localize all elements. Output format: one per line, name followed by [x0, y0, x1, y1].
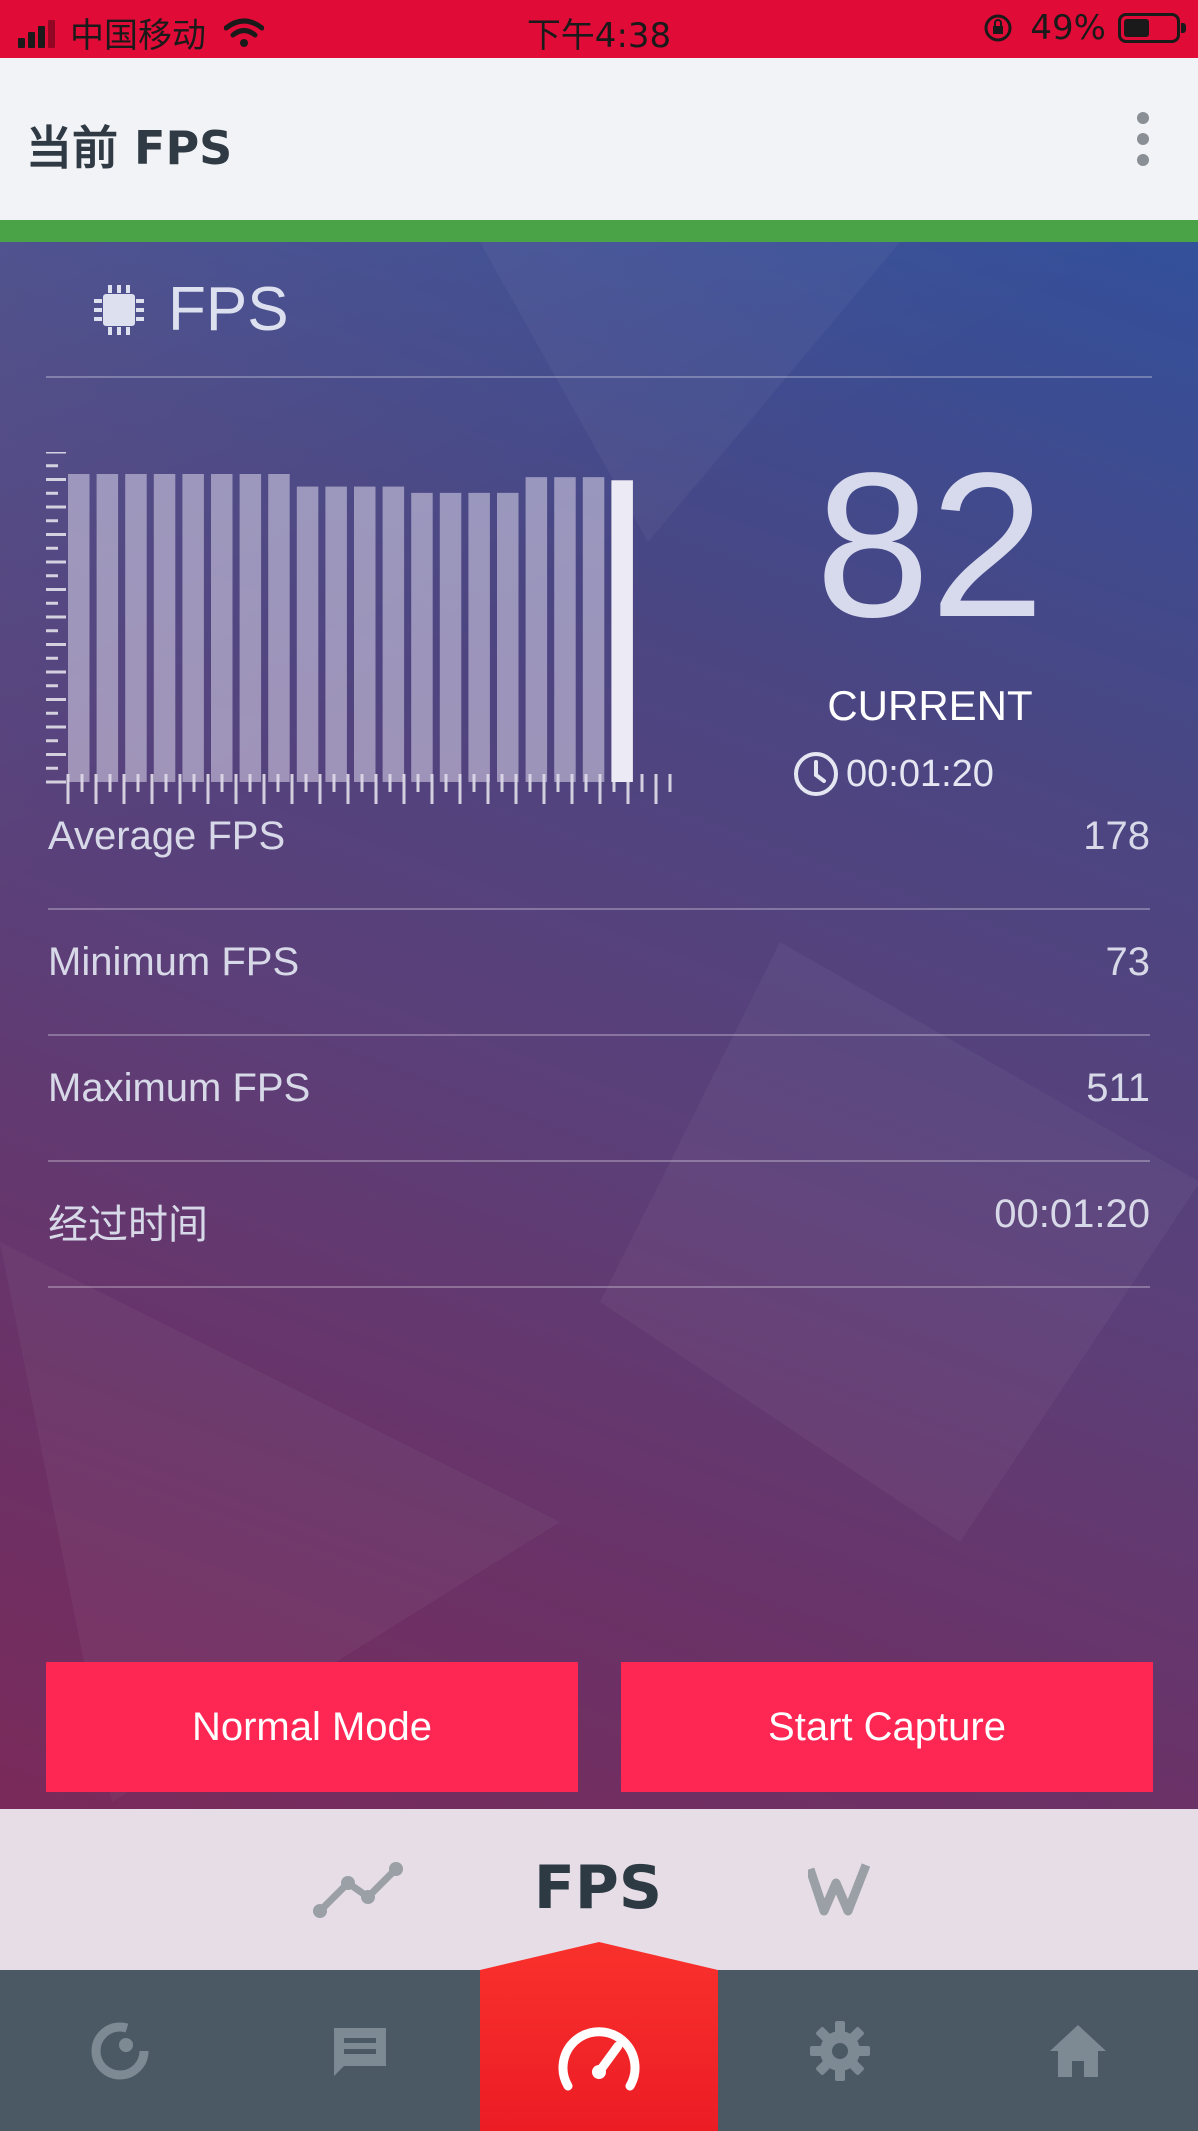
start-capture-button[interactable]: Start Capture [621, 1662, 1153, 1792]
current-fps-value: 82 [815, 430, 1045, 660]
nav-item-home[interactable] [958, 1970, 1198, 2131]
battery-percent: 49% [1030, 8, 1106, 48]
fps-bar [239, 474, 262, 782]
nav-item-messages[interactable] [240, 1970, 480, 2131]
fps-bar [582, 477, 605, 782]
fps-bar [439, 492, 462, 782]
stat-label: Average FPS [48, 814, 286, 858]
more-options-button[interactable] [1128, 112, 1158, 166]
benchmark-tab-icon[interactable] [808, 1861, 870, 1917]
stat-label: 经过时间 [48, 1203, 208, 1247]
section-divider [46, 376, 1152, 378]
chip-icon [94, 284, 144, 335]
stat-label: Minimum FPS [48, 940, 300, 984]
fps-bar [153, 474, 176, 782]
stat-row-average: Average FPS 178 [48, 784, 1150, 910]
fps-bar [554, 477, 576, 782]
fps-bar [68, 474, 90, 782]
fps-bar [497, 492, 519, 782]
nav-item-fps-active[interactable] [480, 1942, 718, 2131]
status-bar: 中国移动 下午4:38 49% [0, 0, 1198, 58]
row-divider [48, 1286, 1150, 1288]
section-title: FPS [168, 275, 289, 344]
fps-bar [211, 474, 233, 782]
page-title: 当前 FPS [26, 121, 233, 175]
stat-value: 511 [1086, 1066, 1150, 1110]
fps-bar [411, 492, 433, 782]
fps-bar [325, 486, 347, 782]
app-bar: 当前 FPS [0, 58, 1198, 220]
fps-bar [96, 474, 119, 782]
more-dot-icon [1137, 133, 1149, 145]
fps-bar [382, 486, 405, 782]
gear-icon [810, 2020, 870, 2081]
fps-bar [354, 486, 376, 782]
stat-row-maximum: Maximum FPS 511 [48, 1036, 1150, 1162]
status-right: 49% [982, 8, 1186, 48]
fps-bar-chart [46, 452, 672, 804]
stat-row-minimum: Minimum FPS 73 [48, 910, 1150, 1036]
fps-bar [182, 474, 204, 782]
fps-bar [125, 474, 147, 782]
stat-value: 178 [1083, 814, 1150, 858]
fps-bar [468, 492, 490, 782]
fps-bar [296, 486, 319, 782]
gauge-ring-icon [91, 2022, 149, 2079]
accent-line [0, 220, 1198, 242]
battery-icon [1118, 13, 1186, 43]
fps-section-header: FPS [92, 274, 289, 345]
message-icon [334, 2027, 386, 2076]
fps-bar [525, 477, 548, 782]
normal-mode-button[interactable]: Normal Mode [46, 1662, 578, 1792]
fps-bar [268, 474, 290, 782]
stat-value: 00:01:20 [994, 1192, 1150, 1236]
current-label: CURRENT [827, 682, 1033, 729]
more-dot-icon [1137, 154, 1149, 166]
home-icon [1050, 2024, 1106, 2077]
rotation-lock-icon [984, 14, 1012, 42]
stat-row-elapsed: 经过时间 00:01:20 [48, 1162, 1150, 1288]
fps-panel: FPS 82 CURRENT 00:01:20 Average FPS 178 … [0, 242, 1198, 1809]
fps-bar-current [611, 480, 633, 782]
tab-fps[interactable]: FPS [480, 1853, 716, 1923]
nav-item-monitor[interactable] [0, 1970, 240, 2131]
stat-value: 73 [1105, 940, 1151, 984]
more-dot-icon [1137, 112, 1149, 124]
nav-item-settings[interactable] [720, 1970, 960, 2131]
graph-tab-icon[interactable] [312, 1859, 404, 1919]
stat-label: Maximum FPS [48, 1066, 311, 1110]
speedometer-icon [558, 2027, 640, 2091]
